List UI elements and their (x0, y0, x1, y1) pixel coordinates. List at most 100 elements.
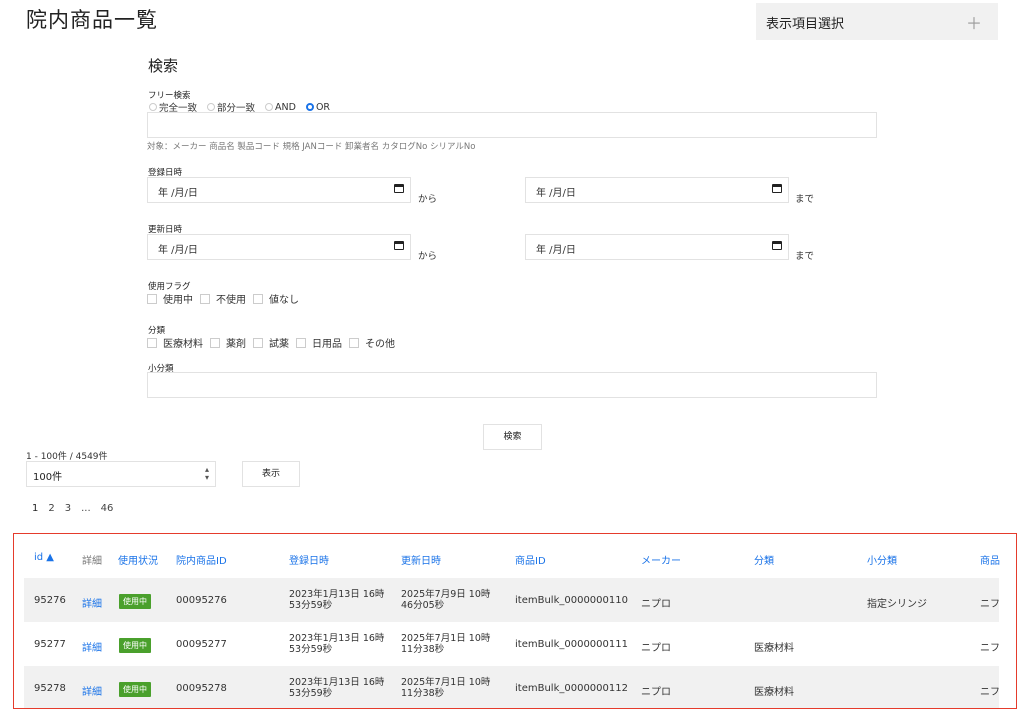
column-select-toggle[interactable]: 表示項目選択 ＋ (756, 3, 998, 40)
updated-to-date-input[interactable]: 年 /月/日 (525, 234, 789, 260)
header-product-id[interactable]: 商品ID (515, 552, 546, 567)
page-2[interactable]: 2 (48, 503, 54, 514)
cell-product-id: itemBulk_0000000110 (515, 595, 628, 606)
cell-created-date: 2023年1月13日 16時 (289, 677, 385, 688)
updated-to-placeholder: 年 /月/日 (536, 245, 576, 256)
cell-created-time: 53分59秒 (289, 644, 333, 655)
column-select-label: 表示項目選択 (766, 17, 845, 32)
checkbox-other[interactable] (349, 337, 359, 348)
checkbox-other-label: その他 (365, 339, 395, 350)
radio-or-label: OR (315, 101, 331, 113)
header-id-sort[interactable]: id ▲ (34, 552, 54, 563)
checkbox-no-value-label: 値なし (269, 295, 299, 306)
cell-updated-date: 2025年7月1日 10時 (401, 633, 491, 644)
cell-created-date: 2023年1月13日 16時 (289, 589, 385, 600)
checkbox-medical-material-label: 医療材料 (163, 339, 203, 350)
detail-link[interactable]: 詳細 (82, 639, 102, 654)
category-checkbox-group: 医療材料 薬剤 試薬 日用品 その他 (147, 335, 402, 350)
checkbox-reagent-label: 試薬 (269, 339, 289, 350)
cell-updated-time: 46分05秒 (401, 600, 445, 611)
per-page-value: 100件 (33, 472, 63, 483)
results-table: id ▲ 詳細 使用状況 院内商品ID 登録日時 更新日時 商品ID メーカー … (13, 533, 1017, 709)
checkbox-drug[interactable] (210, 337, 220, 348)
cell-internal-id: 00095276 (176, 595, 227, 606)
registered-from-placeholder: 年 /月/日 (158, 188, 198, 199)
display-button[interactable]: 表示 (242, 461, 300, 487)
cell-product-name: ニフ (980, 687, 1000, 698)
calendar-icon[interactable] (772, 184, 782, 193)
checkbox-in-use[interactable] (147, 293, 157, 304)
cell-id: 95278 (34, 683, 66, 694)
cell-product-id: itemBulk_0000000112 (515, 683, 628, 694)
table-header: id ▲ 詳細 使用状況 院内商品ID 登録日時 更新日時 商品ID メーカー … (14, 534, 1016, 578)
header-updated[interactable]: 更新日時 (401, 552, 441, 567)
header-maker[interactable]: メーカー (641, 552, 681, 567)
page-1[interactable]: 1 (32, 503, 38, 514)
header-internal-id[interactable]: 院内商品ID (176, 552, 227, 567)
cell-created-date: 2023年1月13日 16時 (289, 633, 385, 644)
cell-product-id: itemBulk_0000000111 (515, 639, 628, 650)
cell-id: 95277 (34, 639, 66, 650)
radio-and[interactable] (265, 103, 274, 111)
header-subcategory[interactable]: 小分類 (867, 552, 897, 567)
status-badge: 使用中 (119, 594, 151, 609)
cell-category: 医療材料 (754, 643, 794, 654)
search-button[interactable]: 検索 (483, 424, 542, 450)
cell-subcategory: 指定シリンジ (867, 599, 927, 610)
checkbox-medical-material[interactable] (147, 337, 157, 348)
page-46[interactable]: 46 (101, 503, 114, 514)
radio-and-label: AND (275, 101, 296, 113)
header-status[interactable]: 使用状況 (118, 552, 158, 567)
per-page-select[interactable]: 100件 ▴ ▾ (26, 461, 216, 487)
checkbox-not-used[interactable] (200, 293, 210, 304)
checkbox-daily-goods-label: 日用品 (312, 339, 342, 350)
cell-product-name: ニフ (980, 599, 1000, 610)
plus-icon: ＋ (965, 14, 982, 33)
subcategory-input[interactable] (147, 372, 877, 398)
free-search-input[interactable] (147, 112, 877, 138)
checkbox-in-use-label: 使用中 (163, 295, 193, 306)
radio-exact[interactable] (149, 103, 157, 111)
detail-link[interactable]: 詳細 (82, 683, 102, 698)
header-category[interactable]: 分類 (754, 552, 774, 567)
registered-to-date-input[interactable]: 年 /月/日 (525, 177, 789, 203)
cell-created-time: 53分59秒 (289, 688, 333, 699)
cell-category: 医療材料 (754, 687, 794, 698)
header-created[interactable]: 登録日時 (289, 552, 329, 567)
checkbox-daily-goods[interactable] (296, 337, 306, 348)
cell-updated-time: 11分38秒 (401, 644, 445, 655)
cell-maker: ニプロ (641, 687, 671, 698)
cell-created-time: 53分59秒 (289, 600, 333, 611)
updated-from-placeholder: 年 /月/日 (158, 245, 198, 256)
cell-updated-time: 11分38秒 (401, 688, 445, 699)
header-product-name[interactable]: 商品 (980, 552, 1000, 567)
checkbox-no-value[interactable] (253, 293, 263, 304)
page-3[interactable]: 3 (65, 503, 71, 514)
calendar-icon[interactable] (394, 241, 404, 250)
calendar-icon[interactable] (772, 241, 782, 250)
page-ellipsis: ... (81, 503, 91, 514)
updated-to-suffix: まで (795, 251, 815, 262)
status-badge: 使用中 (119, 638, 151, 653)
select-arrows-icon: ▴ ▾ (204, 465, 209, 482)
table-row: 95276 詳細 使用中 00095276 2023年1月13日 16時 53分… (24, 578, 1000, 622)
detail-link[interactable]: 詳細 (82, 595, 102, 610)
cell-internal-id: 00095278 (176, 683, 227, 694)
table-row: 95278 詳細 使用中 00095278 2023年1月13日 16時 53分… (24, 666, 1000, 708)
table-row: 95277 詳細 使用中 00095277 2023年1月13日 16時 53分… (24, 622, 1000, 666)
radio-partial[interactable] (207, 103, 216, 111)
checkbox-not-used-label: 不使用 (216, 295, 246, 306)
updated-from-date-input[interactable]: 年 /月/日 (147, 234, 411, 260)
cell-id: 95276 (34, 595, 66, 606)
radio-or[interactable] (305, 103, 314, 111)
cell-maker: ニプロ (641, 599, 671, 610)
registered-to-placeholder: 年 /月/日 (536, 188, 576, 199)
checkbox-reagent[interactable] (253, 337, 263, 348)
calendar-icon[interactable] (394, 184, 404, 193)
pagination: 1 2 3 ... 46 (32, 503, 113, 514)
use-flag-checkbox-group: 使用中 不使用 値なし (147, 291, 306, 306)
header-detail: 詳細 (82, 556, 102, 567)
status-badge: 使用中 (119, 682, 151, 697)
registered-from-date-input[interactable]: 年 /月/日 (147, 177, 411, 203)
cell-internal-id: 00095277 (176, 639, 227, 650)
